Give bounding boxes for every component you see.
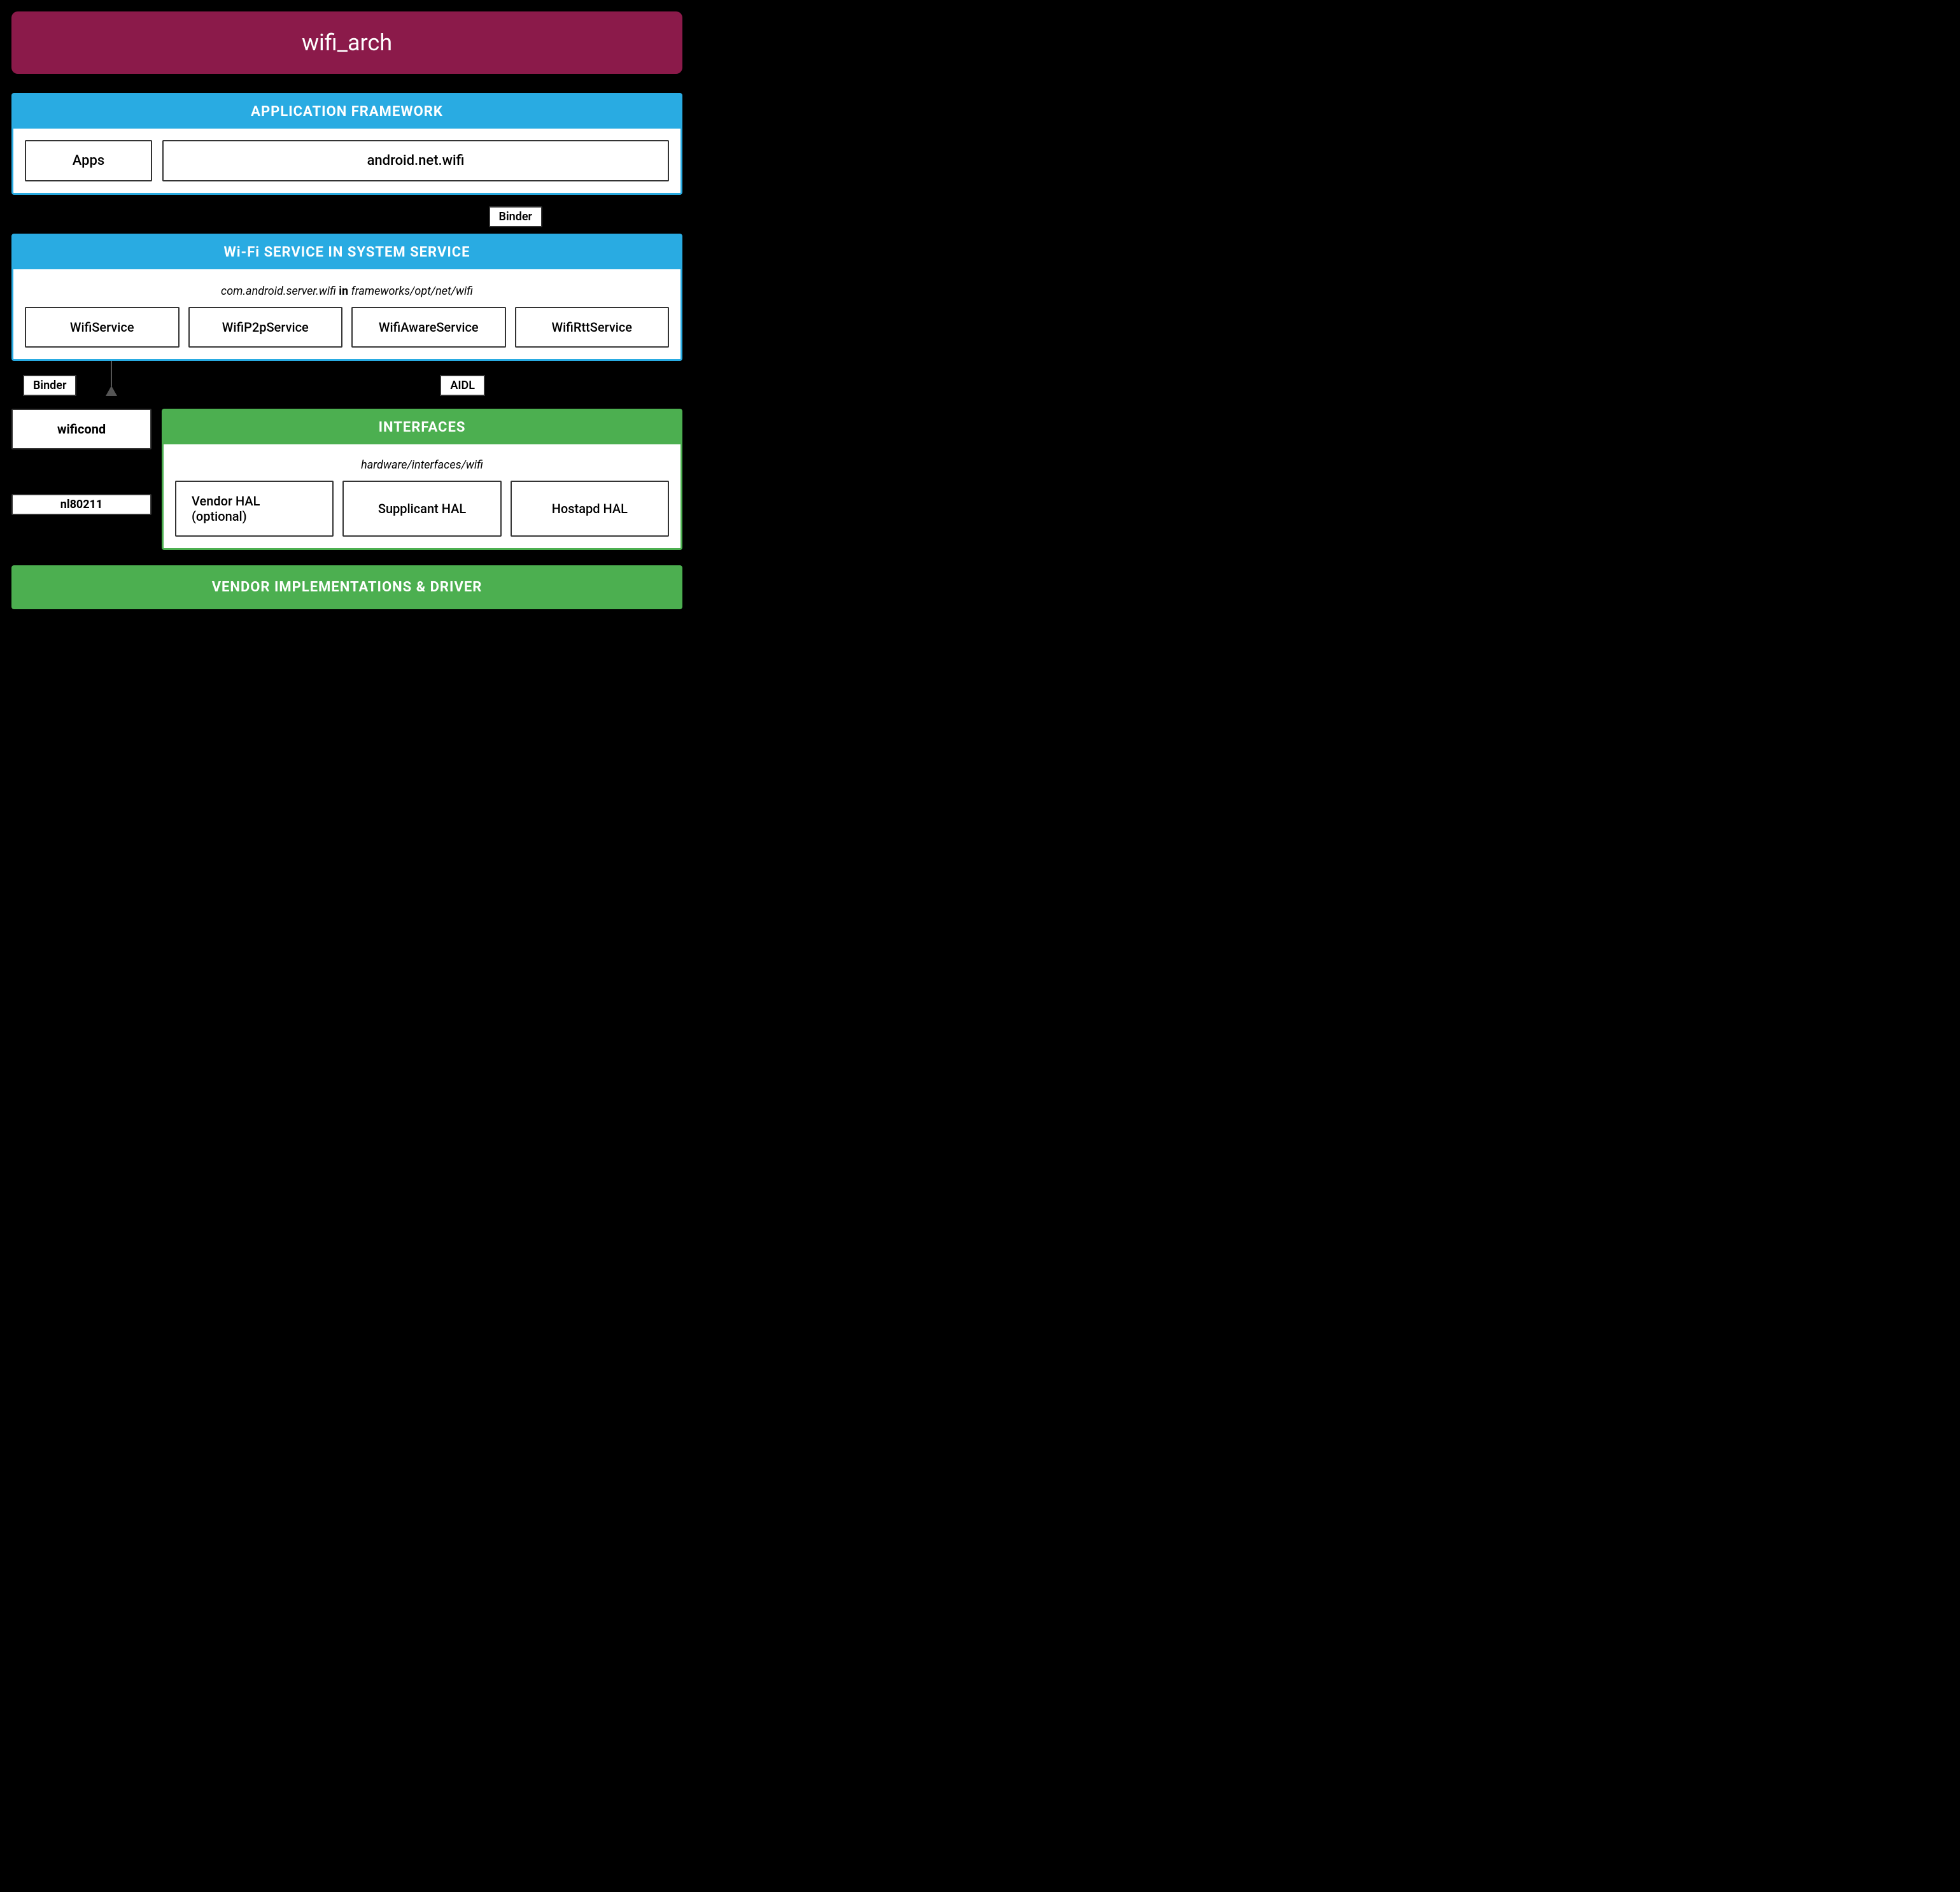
binder1-label: Binder (489, 206, 542, 227)
wificond-box: wificond (11, 409, 152, 449)
interfaces-section: INTERFACES hardware/interfaces/wifi Vend… (162, 409, 682, 550)
vendor-hal-box: Vendor HAL (optional) (175, 481, 334, 537)
wifiaware-service-box: WifiAwareService (351, 307, 506, 348)
nl80211-box: nl80211 (11, 494, 152, 515)
wifip2p-service-box: WifiP2pService (188, 307, 343, 348)
page-title: wifi_arch (302, 29, 392, 56)
aidl-label: AIDL (440, 375, 485, 396)
supplicant-hal-box: Supplicant HAL (342, 481, 501, 537)
wifirtt-service-box: WifiRttService (515, 307, 670, 348)
hostapd-hal-box: Hostapd HAL (511, 481, 669, 537)
wifi-service-section: Wi-Fi SERVICE IN SYSTEM SERVICE com.andr… (11, 234, 682, 361)
wifi-service-header: Wi-Fi SERVICE IN SYSTEM SERVICE (13, 236, 680, 269)
interfaces-header: INTERFACES (164, 411, 680, 444)
app-framework-header: APPLICATION FRAMEWORK (13, 95, 680, 129)
apps-box: Apps (25, 140, 152, 181)
android-net-wifi-box: android.net.wifi (162, 140, 669, 181)
app-framework-section: APPLICATION FRAMEWORK Apps android.net.w… (11, 93, 682, 195)
vendor-impl-section: VENDOR IMPLEMENTATIONS & DRIVER (11, 565, 682, 609)
binder2-label: Binder (23, 375, 76, 396)
interfaces-subtitle: hardware/interfaces/wifi (175, 453, 669, 481)
wifi-service-box: WifiService (25, 307, 180, 348)
title-bar: wifi_arch (11, 11, 682, 74)
wifi-service-subtitle: com.android.server.wifi in frameworks/op… (25, 278, 669, 307)
